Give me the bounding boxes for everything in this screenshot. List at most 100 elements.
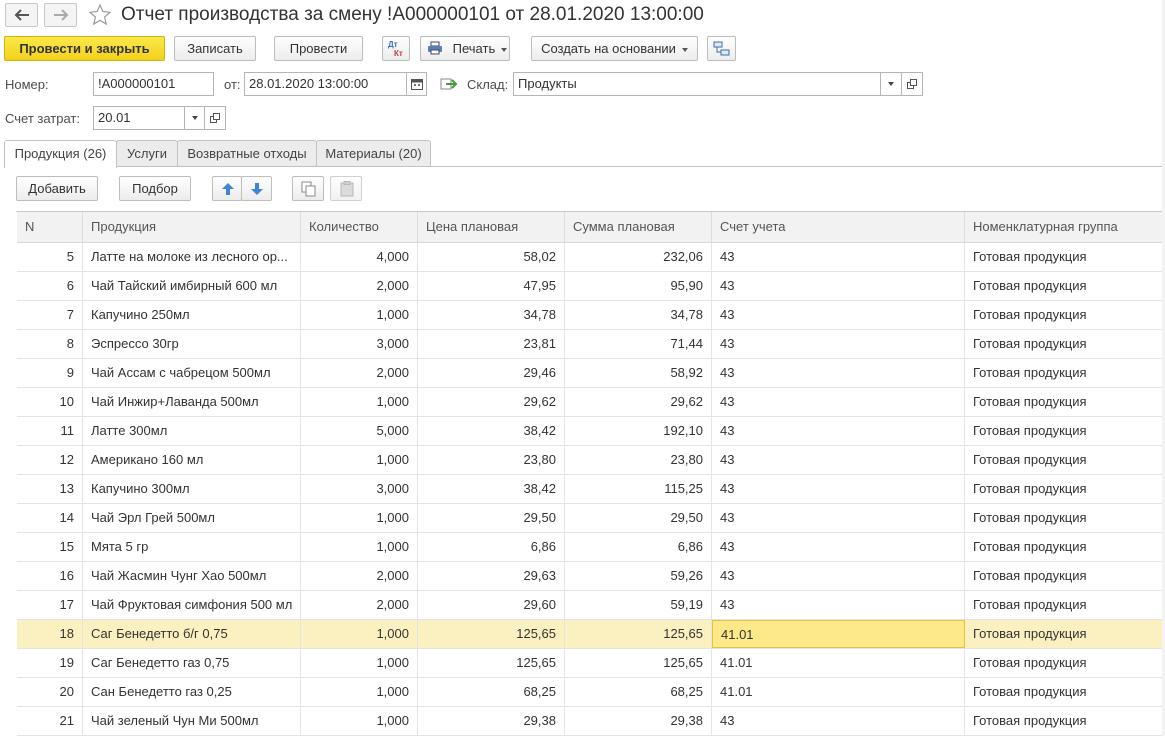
cell-nomenclature-group[interactable]: Готовая продукция [965, 417, 1165, 445]
cell-planned-sum[interactable]: 125,65 [565, 620, 712, 648]
cell-planned-price[interactable]: 23,81 [418, 330, 565, 358]
calendar-button[interactable] [406, 72, 427, 96]
table-row[interactable]: 8 Эспрессо 30гр 3,000 23,81 71,44 43 Готовая п… [17, 330, 1165, 359]
cell-n[interactable]: 11 [17, 417, 83, 445]
cell-product[interactable]: Капучино 250мл [83, 301, 301, 329]
forward-button[interactable] [44, 3, 77, 27]
tab-returnable-waste[interactable]: Возвратные отходы [177, 140, 317, 167]
table-row[interactable]: 18 Саг Бенедетто б/г 0,75 1,000 125,65 125,6… [17, 620, 1165, 649]
column-header-nomenclature-group[interactable]: Номенклатурная группа [965, 212, 1165, 242]
table-row[interactable]: 5 Латте на молоке из лесного ор... 4,000 58… [17, 243, 1165, 272]
cell-account[interactable]: 43 [712, 707, 965, 735]
cell-nomenclature-group[interactable]: Готовая продукция [965, 330, 1165, 358]
cost-account-field[interactable]: 20.01 [93, 106, 185, 130]
table-row[interactable]: 7 Капучино 250мл 1,000 34,78 34,78 43 Готовая … [17, 301, 1165, 330]
cell-nomenclature-group[interactable]: Готовая продукция [965, 591, 1165, 619]
cell-n[interactable]: 5 [17, 243, 83, 271]
cell-account[interactable]: 43 [712, 272, 965, 300]
warehouse-field[interactable]: Продукты [513, 72, 881, 96]
structure-button[interactable] [707, 36, 736, 61]
cell-quantity[interactable]: 1,000 [301, 301, 418, 329]
cell-n[interactable]: 6 [17, 272, 83, 300]
cell-planned-sum[interactable]: 192,10 [565, 417, 712, 445]
table-row[interactable]: 19 Саг Бенедетто газ 0,75 1,000 125,65 125,6… [17, 649, 1165, 678]
column-header-account[interactable]: Счет учета [712, 212, 965, 242]
cell-quantity[interactable]: 3,000 [301, 475, 418, 503]
cell-planned-price[interactable]: 47,95 [418, 272, 565, 300]
cell-planned-price[interactable]: 29,38 [418, 707, 565, 735]
cell-planned-price[interactable]: 29,63 [418, 562, 565, 590]
cell-nomenclature-group[interactable]: Готовая продукция [965, 620, 1165, 648]
cell-n[interactable]: 20 [17, 678, 83, 706]
cell-n[interactable]: 8 [17, 330, 83, 358]
cell-planned-price[interactable]: 29,50 [418, 504, 565, 532]
cell-planned-price[interactable]: 125,65 [418, 620, 565, 648]
cell-quantity[interactable]: 1,000 [301, 388, 418, 416]
number-field[interactable]: !А000000101 [93, 72, 214, 96]
cell-product[interactable]: Эспрессо 30гр [83, 330, 301, 358]
warehouse-dropdown-button[interactable] [880, 72, 902, 96]
cell-account[interactable]: 43 [712, 446, 965, 474]
cell-planned-price[interactable]: 58,02 [418, 243, 565, 271]
cell-n[interactable]: 13 [17, 475, 83, 503]
cell-product[interactable]: Латте 300мл [83, 417, 301, 445]
cell-n[interactable]: 14 [17, 504, 83, 532]
cell-quantity[interactable]: 4,000 [301, 243, 418, 271]
column-header-product[interactable]: Продукция [83, 212, 301, 242]
cell-account[interactable]: 43 [712, 243, 965, 271]
table-row[interactable]: 6 Чай Тайский имбирный 600 мл 2,000 47,95 95… [17, 272, 1165, 301]
cell-account[interactable]: 43 [712, 301, 965, 329]
cell-planned-sum[interactable]: 29,50 [565, 504, 712, 532]
tab-materials[interactable]: Материалы (20) [316, 140, 431, 167]
add-button[interactable]: Добавить [16, 176, 98, 201]
cell-nomenclature-group[interactable]: Готовая продукция [965, 388, 1165, 416]
cell-quantity[interactable]: 2,000 [301, 591, 418, 619]
cell-planned-price[interactable]: 6,86 [418, 533, 565, 561]
cell-account[interactable]: 43 [712, 591, 965, 619]
cell-nomenclature-group[interactable]: Готовая продукция [965, 678, 1165, 706]
paste-button[interactable] [330, 176, 362, 201]
print-button[interactable]: Печать [420, 36, 510, 61]
cell-planned-price[interactable]: 23,80 [418, 446, 565, 474]
cell-quantity[interactable]: 5,000 [301, 417, 418, 445]
cell-quantity[interactable]: 2,000 [301, 359, 418, 387]
cell-account[interactable]: 43 [712, 562, 965, 590]
cell-product[interactable]: Чай Тайский имбирный 600 мл [83, 272, 301, 300]
cell-account[interactable]: 43 [712, 417, 965, 445]
cell-n[interactable]: 21 [17, 707, 83, 735]
cell-nomenclature-group[interactable]: Готовая продукция [965, 272, 1165, 300]
cell-account[interactable]: 43 [712, 504, 965, 532]
cell-product[interactable]: Саг Бенедетто б/г 0,75 [83, 620, 301, 648]
cell-planned-sum[interactable]: 34,78 [565, 301, 712, 329]
cell-n[interactable]: 12 [17, 446, 83, 474]
warehouse-open-button[interactable] [901, 72, 923, 96]
cell-account[interactable]: 43 [712, 359, 965, 387]
cell-planned-price[interactable]: 34,78 [418, 301, 565, 329]
cell-n[interactable]: 18 [17, 620, 83, 648]
cell-planned-price[interactable]: 38,42 [418, 475, 565, 503]
post-button[interactable]: Провести [274, 36, 363, 61]
cell-planned-price[interactable]: 38,42 [418, 417, 565, 445]
cell-product[interactable]: Чай Ассам с чабрецом 500мл [83, 359, 301, 387]
cell-quantity[interactable]: 2,000 [301, 272, 418, 300]
back-button[interactable] [5, 3, 38, 27]
cell-planned-price[interactable]: 29,46 [418, 359, 565, 387]
cell-nomenclature-group[interactable]: Готовая продукция [965, 649, 1165, 677]
pick-button[interactable]: Подбор [119, 176, 191, 201]
cell-quantity[interactable]: 1,000 [301, 649, 418, 677]
cell-nomenclature-group[interactable]: Готовая продукция [965, 243, 1165, 271]
cell-n[interactable]: 15 [17, 533, 83, 561]
cell-n[interactable]: 16 [17, 562, 83, 590]
cell-planned-sum[interactable]: 59,19 [565, 591, 712, 619]
cell-planned-sum[interactable]: 95,90 [565, 272, 712, 300]
cost-account-dropdown-button[interactable] [184, 106, 205, 130]
cell-product[interactable]: Саг Бенедетто газ 0,75 [83, 649, 301, 677]
create-based-on-button[interactable]: Создать на основании [531, 36, 698, 61]
cell-account[interactable]: 41.01 [712, 649, 965, 677]
cell-planned-sum[interactable]: 23,80 [565, 446, 712, 474]
table-row[interactable]: 15 Мята 5 гр 1,000 6,86 6,86 43 Готовая продук… [17, 533, 1165, 562]
cell-planned-price[interactable]: 29,60 [418, 591, 565, 619]
table-row[interactable]: 14 Чай Эрл Грей 500мл 1,000 29,50 29,50 43 Гот… [17, 504, 1165, 533]
copy-button[interactable] [292, 176, 324, 201]
cell-planned-sum[interactable]: 125,65 [565, 649, 712, 677]
